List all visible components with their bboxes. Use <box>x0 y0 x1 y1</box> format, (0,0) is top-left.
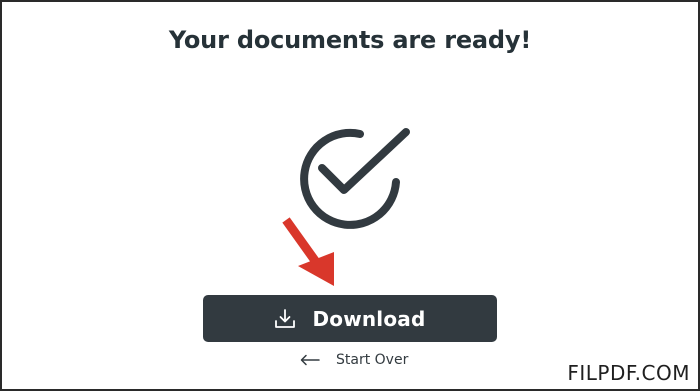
start-over-label: Start Over <box>336 352 409 368</box>
red-arrow-icon <box>282 217 334 286</box>
download-button-label: Download <box>312 306 426 331</box>
download-icon <box>275 308 296 328</box>
page-title: Your documents are ready! <box>168 26 532 54</box>
download-button[interactable]: Download <box>203 295 497 342</box>
watermark: FILPDF.COM <box>567 361 690 385</box>
arrow-left-icon <box>300 354 320 366</box>
start-over-link[interactable]: Start Over <box>300 349 408 371</box>
